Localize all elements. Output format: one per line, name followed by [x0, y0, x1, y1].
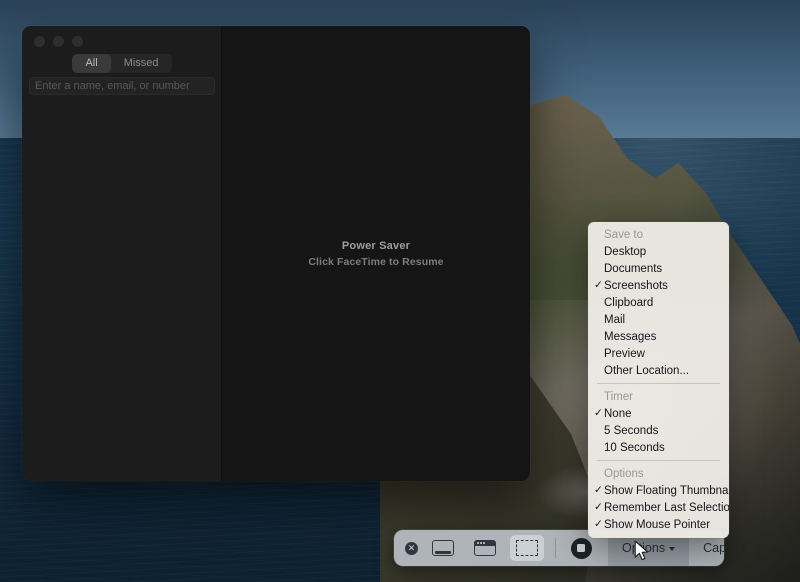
menu-item-label: Documents	[604, 263, 662, 275]
record-stop-icon	[571, 538, 592, 559]
mouse-pointer-icon	[634, 540, 650, 562]
menu-item-show-floating-thumbnail[interactable]: ✓ Show Floating Thumbnail	[588, 482, 729, 499]
options-menu: Save to Desktop Documents ✓ Screenshots …	[588, 222, 729, 538]
close-icon[interactable]: ✕	[405, 542, 418, 555]
checkmark-icon: ✓	[594, 485, 604, 496]
menu-item-label: Clipboard	[604, 297, 653, 309]
menu-item-timer-5-seconds[interactable]: 5 Seconds	[588, 422, 729, 439]
capture-entire-screen-button[interactable]	[426, 535, 460, 561]
capture-selected-portion-button[interactable]	[510, 535, 544, 561]
zoom-window-button[interactable]	[72, 36, 83, 47]
menu-separator	[597, 460, 720, 461]
menu-item-label: 5 Seconds	[604, 425, 658, 437]
menu-item-remember-last-selection[interactable]: ✓ Remember Last Selection	[588, 499, 729, 516]
menu-item-label: Show Floating Thumbnail	[604, 485, 729, 497]
checkmark-icon: ✓	[594, 519, 604, 530]
menu-item-preview[interactable]: Preview	[588, 345, 729, 362]
menu-item-show-mouse-pointer[interactable]: ✓ Show Mouse Pointer	[588, 516, 729, 533]
facetime-sidebar: All Missed Enter a name, email, or numbe…	[22, 26, 222, 481]
menu-item-label: Other Location...	[604, 365, 689, 377]
menu-item-label: Desktop	[604, 246, 646, 258]
menu-item-other-location[interactable]: Other Location...	[588, 362, 729, 379]
menu-item-label: Preview	[604, 348, 645, 360]
window-icon	[474, 540, 496, 556]
menu-section-header-save-to: Save to	[588, 226, 729, 243]
toolbar-divider	[555, 538, 556, 558]
menu-item-mail[interactable]: Mail	[588, 311, 729, 328]
window-traffic-lights	[34, 36, 83, 47]
menu-separator	[597, 383, 720, 384]
contact-search-input[interactable]: Enter a name, email, or number	[29, 77, 215, 95]
facetime-window[interactable]: All Missed Enter a name, email, or numbe…	[22, 26, 530, 481]
menu-section-header-options: Options	[588, 465, 729, 482]
capture-selected-window-button[interactable]	[468, 535, 502, 561]
menu-item-messages[interactable]: Messages	[588, 328, 729, 345]
record-screen-button[interactable]	[564, 535, 598, 561]
menu-item-label: Messages	[604, 331, 656, 343]
close-window-button[interactable]	[34, 36, 45, 47]
minimize-window-button[interactable]	[53, 36, 64, 47]
checkmark-icon: ✓	[594, 502, 604, 513]
menu-item-clipboard[interactable]: Clipboard	[588, 294, 729, 311]
facetime-video-area[interactable]: Power Saver Click FaceTime to Resume	[222, 26, 530, 481]
tab-missed[interactable]: Missed	[111, 54, 172, 73]
menu-item-label: None	[604, 408, 632, 420]
menu-item-desktop[interactable]: Desktop	[588, 243, 729, 260]
call-filter-segmented-control: All Missed	[22, 54, 222, 73]
menu-item-label: Show Mouse Pointer	[604, 519, 710, 531]
menu-item-label: Remember Last Selection	[604, 502, 729, 514]
power-saver-subtitle: Click FaceTime to Resume	[308, 256, 443, 268]
tab-all[interactable]: All	[72, 54, 110, 73]
power-saver-title: Power Saver	[342, 240, 410, 252]
checkmark-icon: ✓	[594, 408, 604, 419]
chevron-down-icon	[669, 547, 675, 551]
selection-marquee-icon	[516, 540, 538, 556]
menu-section-header-timer: Timer	[588, 388, 729, 405]
menu-item-screenshots[interactable]: ✓ Screenshots	[588, 277, 729, 294]
capture-button-label: Capture	[703, 541, 724, 555]
menu-item-label: Screenshots	[604, 280, 668, 292]
menu-item-label: Mail	[604, 314, 625, 326]
menu-item-label: 10 Seconds	[604, 442, 665, 454]
menu-item-timer-none[interactable]: ✓ None	[588, 405, 729, 422]
display-icon	[432, 540, 454, 556]
checkmark-icon: ✓	[594, 280, 604, 291]
menu-item-timer-10-seconds[interactable]: 10 Seconds	[588, 439, 729, 456]
menu-item-documents[interactable]: Documents	[588, 260, 729, 277]
